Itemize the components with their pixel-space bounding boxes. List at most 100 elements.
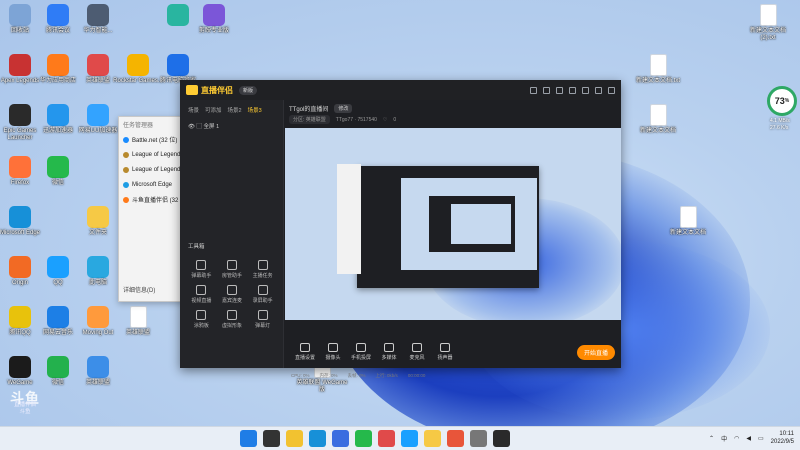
desktop-icon-label: 华为智能... bbox=[83, 28, 113, 34]
desktop-icon-label: 新建文本文档 bbox=[639, 128, 676, 134]
desktop-icon[interactable]: 英雄联盟 bbox=[112, 306, 164, 337]
room-title: TTgol的直播间 bbox=[289, 107, 329, 113]
desktop-icon[interactable]: 新建文本文档 bbox=[632, 104, 684, 135]
clock[interactable]: 10:11 2022/9/5 bbox=[771, 430, 794, 446]
tool-button[interactable]: 录屏助手 bbox=[247, 285, 278, 304]
control-button[interactable]: 手机投屏 bbox=[347, 343, 375, 361]
tool-button[interactable]: 虚拟形象 bbox=[217, 310, 248, 329]
desktop-icon[interactable]: 华为智能... bbox=[72, 4, 124, 35]
performance-meter[interactable]: 73% bbox=[767, 86, 797, 116]
tab-scene[interactable]: 场景 bbox=[188, 106, 199, 114]
desktop-icon[interactable]: 网易UU加速器 bbox=[72, 104, 124, 135]
wifi-icon[interactable]: ◠ bbox=[734, 435, 739, 442]
toolbox-title: 工具箱 bbox=[188, 244, 205, 250]
room-category[interactable]: 分区: 英雄联盟 bbox=[289, 115, 330, 124]
task-menu-item-label: Microsoft Edge bbox=[132, 181, 173, 188]
tool-button[interactable]: 视频直播 bbox=[186, 285, 217, 304]
desktop-icon[interactable]: 英雄联盟 bbox=[72, 356, 124, 387]
control-button[interactable]: 摄像头 bbox=[319, 343, 347, 361]
desktop-icon-label: 此电脑 bbox=[88, 280, 107, 286]
minimize-icon[interactable] bbox=[582, 86, 589, 94]
desktop-icon[interactable]: 剪映专业版 bbox=[188, 4, 240, 35]
tool-button[interactable]: 弹幕灯 bbox=[247, 310, 278, 329]
skin-icon[interactable] bbox=[530, 86, 537, 94]
menu-icon[interactable] bbox=[569, 86, 576, 94]
tab-scene[interactable]: 可添加 bbox=[205, 106, 222, 114]
scene-item[interactable]: 👁 ▢ 全屏 1 bbox=[180, 118, 283, 134]
control-icon bbox=[412, 343, 422, 352]
desktop-icon-label: 新建文本文档.txt bbox=[635, 78, 680, 84]
origin-icon bbox=[9, 256, 31, 278]
details-link[interactable]: 详细信息(D) bbox=[119, 282, 155, 297]
tool-button[interactable]: 房管助手 bbox=[217, 260, 248, 279]
message-icon[interactable] bbox=[543, 86, 550, 94]
titlebar-controls bbox=[530, 86, 615, 94]
files-icon[interactable] bbox=[286, 430, 303, 447]
edge-icon[interactable] bbox=[309, 430, 326, 447]
desktop-icon[interactable]: 新建文本文档 (2).txt bbox=[742, 4, 794, 42]
status-item: 丢帧: 0% bbox=[347, 373, 366, 378]
control-button[interactable]: 直播设置 bbox=[291, 343, 319, 361]
folder-icon[interactable] bbox=[424, 430, 441, 447]
tool-label: 虚拟形象 bbox=[221, 323, 242, 329]
desktop-icon-label: 网易UU加速器 bbox=[78, 128, 118, 134]
tool-button[interactable]: 涂鸦板 bbox=[186, 310, 217, 329]
stream-preview[interactable] bbox=[285, 128, 621, 320]
settings-icon[interactable] bbox=[556, 86, 563, 94]
control-button[interactable]: 麦克风 bbox=[403, 343, 431, 361]
input-language[interactable]: 中 bbox=[721, 434, 727, 443]
app-icon bbox=[123, 151, 129, 158]
folder-icon bbox=[87, 206, 109, 228]
desktop-icon[interactable]: 微信 bbox=[32, 156, 84, 187]
shield-icon bbox=[167, 54, 189, 76]
task-menu-item[interactable]: 斗鱼直播伴侣 (32 位) bbox=[119, 192, 183, 207]
tab-scene[interactable]: 场景3 bbox=[248, 106, 262, 114]
clock-date: 2022/9/5 bbox=[770, 439, 794, 445]
qq-icon[interactable] bbox=[401, 430, 418, 447]
tool-label: 房管助手 bbox=[221, 273, 242, 279]
start-icon[interactable] bbox=[240, 430, 257, 447]
desktop-icon[interactable]: 新建文本文档.txt bbox=[632, 54, 684, 85]
desktop-icon[interactable]: 新建文本文档 bbox=[662, 206, 714, 237]
volume-icon[interactable]: ◀ bbox=[746, 435, 751, 442]
room-edit-button[interactable]: 修改 bbox=[334, 104, 353, 113]
desktop-icon[interactable]: 文件夹 bbox=[72, 206, 124, 237]
toolbox-grid: 弹幕助手 房管助手 主播任务视频直播 嘉宾连麦 录屏助手涂鸦板 虚拟形象 弹幕灯 bbox=[186, 260, 278, 329]
chevron-up-icon[interactable]: ⌃ bbox=[709, 435, 714, 442]
maximize-icon[interactable] bbox=[595, 86, 602, 94]
obs-icon[interactable] bbox=[493, 430, 510, 447]
clock-time: 10:11 bbox=[779, 431, 794, 437]
tab-scene[interactable]: 场景2 bbox=[228, 106, 242, 114]
tool-label: 弹幕助手 bbox=[191, 273, 212, 279]
game-icon bbox=[87, 54, 109, 76]
search-icon[interactable] bbox=[263, 430, 280, 447]
meeting-icon bbox=[47, 4, 69, 26]
desktop-icon[interactable]: 此电脑 bbox=[72, 256, 124, 287]
game-icon[interactable] bbox=[378, 430, 395, 447]
task-menu-item[interactable]: Microsoft Edge bbox=[119, 177, 183, 192]
task-menu-item-label: League of Legends bbox=[132, 166, 183, 173]
close-icon[interactable] bbox=[608, 86, 615, 94]
version-badge[interactable]: 新版 bbox=[239, 85, 258, 95]
task-menu-item[interactable]: Battle.net (32 位) bbox=[119, 132, 183, 147]
tool-button[interactable]: 主播任务 bbox=[247, 260, 278, 279]
tool-button[interactable]: 弹幕助手 bbox=[186, 260, 217, 279]
chrome-icon[interactable] bbox=[447, 430, 464, 447]
app-icon bbox=[123, 181, 129, 188]
store-icon[interactable] bbox=[332, 430, 349, 447]
start-live-button[interactable]: 开始直播 bbox=[576, 344, 615, 360]
firefox-icon bbox=[9, 156, 31, 178]
battery-icon[interactable]: ▭ bbox=[758, 435, 764, 442]
control-button[interactable]: 扬声器 bbox=[431, 343, 459, 361]
task-menu-header: 任务管理器 bbox=[123, 123, 154, 129]
room-info: 分区: 英雄联盟 TTgo77 · 7517540 ♡ 0 bbox=[285, 115, 621, 124]
tool-button[interactable]: 嘉宾连麦 bbox=[217, 285, 248, 304]
wechat-icon[interactable] bbox=[355, 430, 372, 447]
desktop-icon[interactable]: Microsoft Edge bbox=[0, 206, 46, 237]
task-menu-item[interactable]: League of Legends bbox=[119, 147, 183, 162]
control-label: 手机投屏 bbox=[350, 355, 371, 361]
control-label: 麦克风 bbox=[409, 355, 425, 361]
control-button[interactable]: 多媒体 bbox=[375, 343, 403, 361]
settings-icon[interactable] bbox=[470, 430, 487, 447]
task-menu-item[interactable]: League of Legends bbox=[119, 162, 183, 177]
